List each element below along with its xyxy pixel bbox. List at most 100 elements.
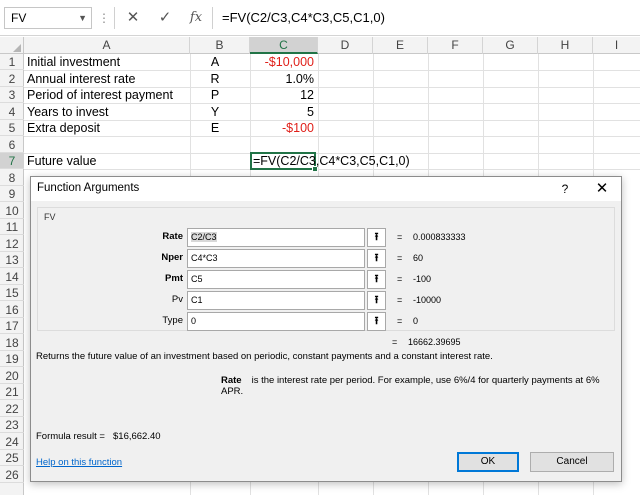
insert-function-icon[interactable]: fx [183, 7, 209, 29]
arg-input-pv[interactable]: C1 [187, 291, 365, 310]
row-header-16[interactable]: 16 [0, 302, 24, 318]
arg-label-nper: Nper [161, 252, 183, 263]
collapse-dialog-icon[interactable]: ⭱ [367, 312, 386, 331]
check-icon[interactable]: ✓ [152, 7, 178, 29]
cancel-icon[interactable]: ✕ [120, 7, 146, 29]
column-header-b[interactable]: B [190, 37, 250, 54]
collapse-dialog-icon[interactable]: ⭱ [367, 270, 386, 289]
name-box-value: FV [11, 11, 27, 25]
column-header: A B C D E F G H I [0, 37, 640, 54]
formula-input[interactable]: =FV(C2/C3,C4*C3,C5,C1,0) [222, 7, 385, 29]
cell-b5[interactable]: E [190, 120, 240, 136]
divider [114, 7, 115, 29]
arg-input-rate[interactable]: C2/C3 [187, 228, 365, 247]
arg-row-rate: Rate C2/C3 ⭱ = 0.000833333 [38, 228, 614, 248]
row-header-18[interactable]: 18 [0, 335, 24, 351]
column-header-f[interactable]: F [428, 37, 483, 54]
row-header-11[interactable]: 11 [0, 219, 24, 235]
cell-a7[interactable]: Future value [27, 153, 96, 169]
cell-c5[interactable]: -$100 [250, 120, 314, 136]
select-all-button[interactable] [0, 37, 24, 54]
row-header-15[interactable]: 15 [0, 285, 24, 301]
function-result-value: 16662.39695 [408, 337, 461, 347]
row-header-12[interactable]: 12 [0, 236, 24, 252]
argument-help-text: is the interest rate per period. For exa… [221, 375, 600, 397]
help-on-function-link[interactable]: Help on this function [36, 457, 122, 468]
row-header-4[interactable]: 4 [0, 104, 24, 120]
row-header-14[interactable]: 14 [0, 269, 24, 285]
gridline [24, 103, 640, 104]
column-header-h[interactable]: H [538, 37, 593, 54]
cell-b2[interactable]: R [190, 71, 240, 87]
formula-result-label: Formula result = [36, 431, 105, 442]
column-header-e[interactable]: E [373, 37, 428, 54]
equals-sign: = [397, 232, 403, 242]
arg-result-nper: 60 [413, 253, 424, 263]
name-box[interactable]: FV ▼ [4, 7, 92, 29]
chevron-down-icon[interactable]: ▼ [78, 8, 87, 28]
column-header-i[interactable]: I [593, 37, 640, 54]
function-group: FV Rate C2/C3 ⭱ = 0.000833333 Nper C4*C3… [37, 207, 615, 331]
cancel-button[interactable]: Cancel [530, 452, 614, 472]
row-header-7[interactable]: 7 [0, 153, 24, 169]
cell-a5[interactable]: Extra deposit [27, 120, 100, 136]
more-options-icon[interactable]: ⋮ [98, 8, 110, 28]
row-header-8[interactable]: 8 [0, 170, 24, 186]
column-header-c[interactable]: C [250, 37, 318, 54]
column-header-d[interactable]: D [318, 37, 373, 54]
column-header-a[interactable]: A [24, 37, 190, 54]
row-header-26[interactable]: 26 [0, 467, 24, 483]
row-header-10[interactable]: 10 [0, 203, 24, 219]
gridline [24, 136, 640, 137]
cell-b3[interactable]: P [190, 87, 240, 103]
row-header-13[interactable]: 13 [0, 252, 24, 268]
close-icon[interactable]: ✕ [592, 179, 612, 199]
cell-b4[interactable]: Y [190, 104, 240, 120]
arg-label-rate: Rate [162, 231, 183, 242]
cell-c3[interactable]: 12 [250, 87, 314, 103]
row-header-25[interactable]: 25 [0, 450, 24, 466]
row-header-1[interactable]: 1 [0, 54, 24, 70]
cell-c4[interactable]: 5 [250, 104, 314, 120]
row-header-23[interactable]: 23 [0, 417, 24, 433]
row-header-3[interactable]: 3 [0, 87, 24, 103]
row-header-9[interactable]: 9 [0, 186, 24, 202]
arg-row-type: Type 0 ⭱ = 0 [38, 312, 614, 332]
arg-result-type: 0 [413, 316, 419, 326]
divider [212, 7, 213, 29]
ok-button[interactable]: OK [457, 452, 519, 472]
collapse-dialog-icon[interactable]: ⭱ [367, 249, 386, 268]
arg-input-pmt[interactable]: C5 [187, 270, 365, 289]
row-header-2[interactable]: 2 [0, 71, 24, 87]
cell-c2[interactable]: 1.0% [250, 71, 315, 87]
cell-a2[interactable]: Annual interest rate [27, 71, 135, 87]
arg-label-type: Type [162, 315, 183, 326]
cell-c7[interactable]: =FV(C2/C3,C4*C3,C5,C1,0) [253, 153, 410, 169]
collapse-dialog-icon[interactable]: ⭱ [367, 291, 386, 310]
column-header-g[interactable]: G [483, 37, 538, 54]
cell-a1[interactable]: Initial investment [27, 54, 120, 70]
arg-label-pv: Pv [171, 294, 183, 305]
arg-input-type[interactable]: 0 [187, 312, 365, 331]
row-header-20[interactable]: 20 [0, 368, 24, 384]
row-header: 1 2 3 4 5 6 7 8 9 10 11 12 13 14 15 16 1… [0, 54, 24, 495]
row-header-22[interactable]: 22 [0, 401, 24, 417]
row-header-21[interactable]: 21 [0, 384, 24, 400]
row-header-17[interactable]: 17 [0, 318, 24, 334]
row-header-24[interactable]: 24 [0, 434, 24, 450]
cell-c1[interactable]: -$10,000 [250, 54, 314, 70]
row-header-6[interactable]: 6 [0, 137, 24, 153]
equals-sign: = [392, 337, 398, 347]
help-icon[interactable]: ? [555, 179, 575, 199]
cell-a4[interactable]: Years to invest [27, 104, 109, 120]
arg-input-rate-value: C2/C3 [191, 232, 217, 242]
argument-name: Rate [221, 375, 242, 386]
function-arguments-dialog: Function Arguments ? ✕ FV Rate C2/C3 ⭱ =… [30, 176, 622, 482]
row-header-5[interactable]: 5 [0, 120, 24, 136]
cell-b1[interactable]: A [190, 54, 240, 70]
collapse-dialog-icon[interactable]: ⭱ [367, 228, 386, 247]
dialog-title-bar[interactable]: Function Arguments ? ✕ [31, 177, 621, 201]
arg-input-nper[interactable]: C4*C3 [187, 249, 365, 268]
row-header-19[interactable]: 19 [0, 351, 24, 367]
cell-a3[interactable]: Period of interest payment [27, 87, 173, 103]
